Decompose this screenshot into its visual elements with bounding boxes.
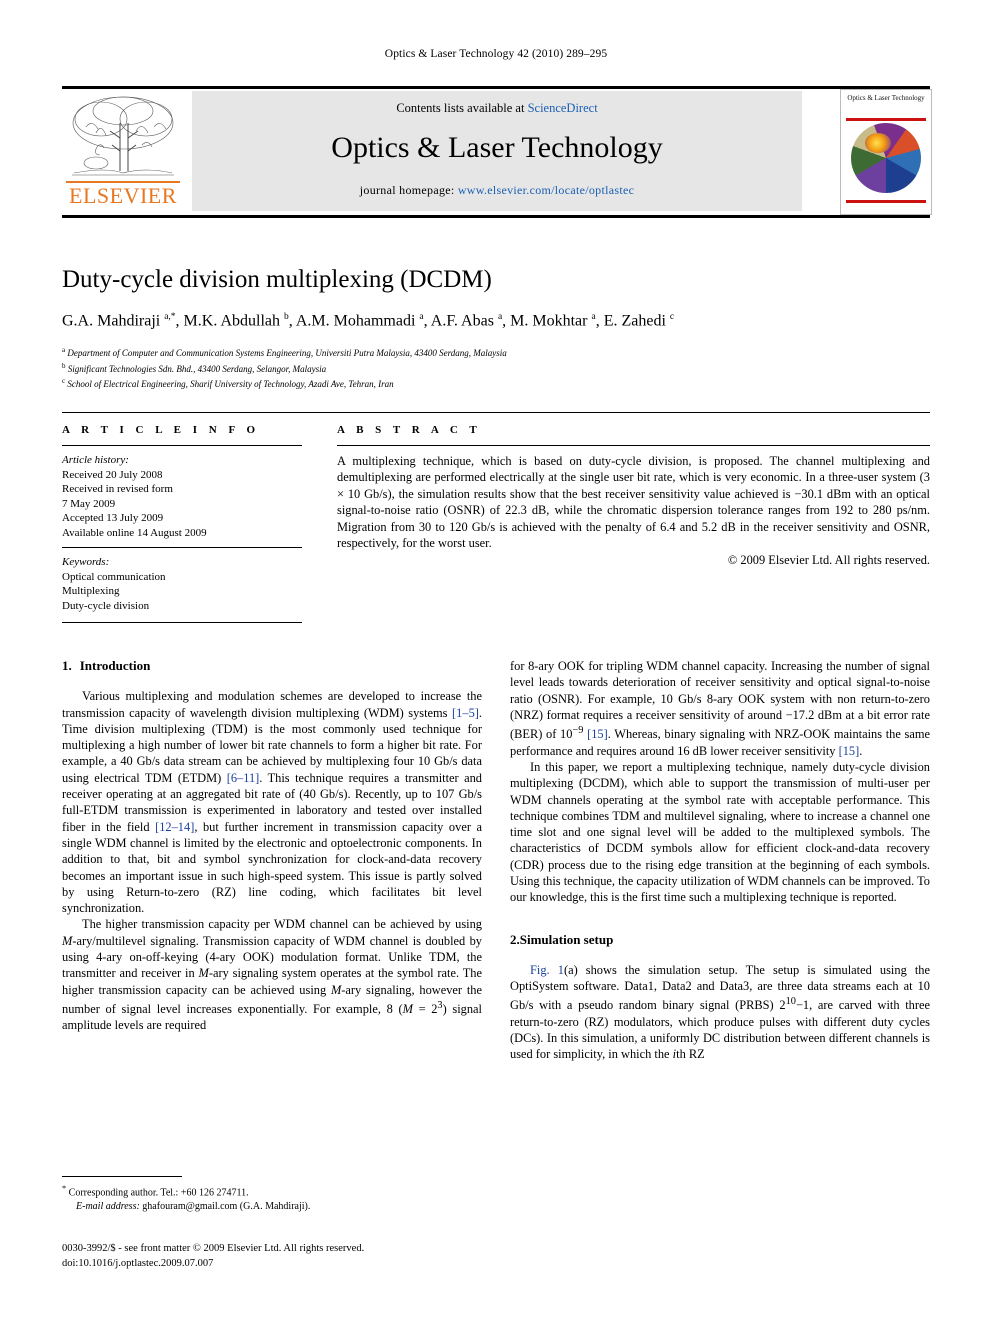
running-head: Optics & Laser Technology 42 (2010) 289–…	[384, 48, 608, 60]
affiliation-marker: c	[62, 377, 66, 385]
history-item: 7 May 2009	[62, 497, 116, 510]
section-heading-introduction: 1. Introduction	[62, 658, 482, 674]
keywords-divider	[62, 547, 302, 548]
text-run: Various multiplexing and modulation sche…	[62, 689, 482, 720]
text-run: Corresponding author. Tel.: +60 126 2747…	[66, 1187, 249, 1199]
homepage-prefix: journal homepage:	[359, 183, 458, 197]
keywords-label: Keywords:	[62, 556, 110, 568]
author-list: G.A. Mahdiraji a,*, M.K. Abdullah b, A.M…	[62, 312, 675, 330]
keyword-item: Multiplexing	[62, 585, 120, 597]
journal-homepage-line: journal homepage: www.elsevier.com/locat…	[192, 183, 802, 198]
article-info-label: A R T I C L E I N F O	[62, 424, 260, 436]
paragraph-intro-1: Various multiplexing and modulation sche…	[62, 688, 482, 916]
cover-red-bar-top	[846, 118, 926, 121]
affiliation-marker: a	[62, 346, 66, 354]
keyword-item: Duty-cycle division	[62, 599, 150, 612]
superscript: 10	[785, 996, 796, 1008]
citation-ref[interactable]: [6–11]	[227, 771, 260, 785]
figure-ref[interactable]: Fig. 1	[530, 963, 564, 977]
paragraph-right-1: for 8-ary OOK for tripling WDM channel c…	[510, 658, 930, 759]
italic-m: M	[62, 933, 73, 948]
info-band-bottom-rule	[62, 622, 302, 623]
footnote-rule	[62, 1176, 182, 1177]
italic-m: M	[402, 1002, 413, 1017]
email-address[interactable]: ghafouram@gmail.com (G.A. Mahdiraji).	[140, 1201, 310, 1212]
masthead-banner: Contents lists available at ScienceDirec…	[192, 91, 802, 211]
journal-cover-thumbnail: Optics & Laser Technology	[840, 89, 932, 215]
cover-artwork	[851, 123, 921, 193]
text-run: The higher transmission capacity per WDM…	[82, 917, 482, 932]
keywords-block: Keywords: Optical communication Multiple…	[62, 555, 302, 613]
abstract-copyright: © 2009 Elsevier Ltd. All rights reserved…	[727, 553, 930, 568]
contents-available-line: Contents lists available at ScienceDirec…	[192, 101, 802, 116]
section-heading-simulation-setup: 2.Simulation setup	[510, 932, 930, 948]
email-note: E-mail address: ghafouram@gmail.com (G.A…	[62, 1200, 482, 1214]
section-title: Simulation setup	[519, 931, 614, 947]
article-title: Duty-cycle division multiplexing (DCDM)	[62, 266, 492, 293]
cover-red-bar-bottom	[846, 200, 926, 203]
citation-ref[interactable]: [15]	[839, 744, 860, 758]
elsevier-logo: ELSEVIER	[62, 91, 184, 213]
corresponding-author-note: * Corresponding author. Tel.: +60 126 27…	[62, 1182, 482, 1200]
italic-m: M	[198, 966, 209, 981]
abstract-divider	[337, 445, 930, 446]
text-run: .	[859, 743, 863, 758]
footer-doi[interactable]: doi:10.1016/j.optlastec.2009.07.007	[62, 1257, 542, 1272]
article-info-column: A R T I C L E I N F O Article history: R…	[62, 424, 302, 613]
section-title: Introduction	[79, 658, 151, 673]
history-item: Received 20 July 2008	[62, 468, 163, 481]
affiliation-marker: b	[62, 361, 66, 370]
article-info-divider	[62, 445, 302, 446]
text-run: th RZ	[676, 1047, 705, 1062]
abstract-text: A multiplexing technique, which is based…	[337, 454, 930, 551]
journal-title: Optics & Laser Technology	[331, 131, 663, 164]
article-history-label: Article history:	[62, 454, 129, 466]
paper-page: Optics & Laser Technology 42 (2010) 289–…	[0, 0, 992, 1323]
body-column-right: for 8-ary OOK for tripling WDM channel c…	[510, 658, 930, 1063]
info-band-top-rule	[62, 412, 930, 413]
abstract-column: A B S T R A C T A multiplexing technique…	[337, 424, 930, 568]
sciencedirect-link[interactable]: ScienceDirect	[528, 101, 598, 115]
superscript: −9	[572, 725, 584, 737]
affiliation-list: a Department of Computer and Communicati…	[62, 344, 930, 391]
paragraph-intro-2: The higher transmission capacity per WDM…	[62, 916, 482, 1033]
cover-artwork-blob	[865, 133, 891, 153]
text-run: = 2	[412, 1002, 438, 1017]
journal-masthead: ELSEVIER Contents lists available at Sci…	[62, 86, 932, 218]
masthead-bottom-rule	[62, 215, 930, 218]
paragraph-right-2: In this paper, we report a multiplexing …	[510, 759, 930, 905]
italic-m: M	[330, 982, 342, 997]
citation-ref[interactable]: [12–14]	[155, 820, 194, 834]
paragraph-right-3: Fig. 1(a) shows the simulation setup. Th…	[510, 962, 930, 1063]
footer-issn-block: 0030-3992/$ - see front matter © 2009 El…	[62, 1242, 542, 1271]
contents-prefix: Contents lists available at	[396, 101, 528, 115]
section-number: 1.	[62, 658, 72, 673]
masthead-top-rule	[62, 86, 930, 89]
cover-title-text: Optics & Laser Technology	[847, 94, 925, 102]
section-number: 2.	[510, 931, 520, 947]
abstract-label: A B S T R A C T	[337, 424, 482, 436]
citation-ref[interactable]: [1–5]	[452, 706, 479, 720]
history-item: Received in revised form	[62, 483, 173, 495]
elsevier-tree-icon	[72, 96, 174, 176]
affiliation-item: a Department of Computer and Communicati…	[62, 346, 507, 358]
affiliation-item: c School of Electrical Engineering, Shar…	[62, 377, 394, 389]
journal-homepage-link[interactable]: www.elsevier.com/locate/optlastec	[458, 183, 634, 197]
body-column-left: 1. Introduction Various multiplexing and …	[62, 658, 482, 1034]
history-item: Available online 14 August 2009	[62, 526, 207, 539]
keyword-item: Optical communication	[62, 570, 166, 583]
elsevier-wordmark: ELSEVIER	[69, 183, 177, 208]
footnote-block: * Corresponding author. Tel.: +60 126 27…	[62, 1182, 482, 1213]
article-history-block: Article history: Received 20 July 2008 R…	[62, 453, 302, 540]
history-item: Accepted 13 July 2009	[62, 512, 164, 524]
footer-front-matter: 0030-3992/$ - see front matter © 2009 El…	[62, 1243, 365, 1254]
affiliation-item: b Significant Technologies Sdn. Bhd., 43…	[62, 361, 327, 374]
email-label: E-mail address:	[76, 1200, 140, 1212]
citation-ref[interactable]: [15]	[587, 727, 608, 741]
